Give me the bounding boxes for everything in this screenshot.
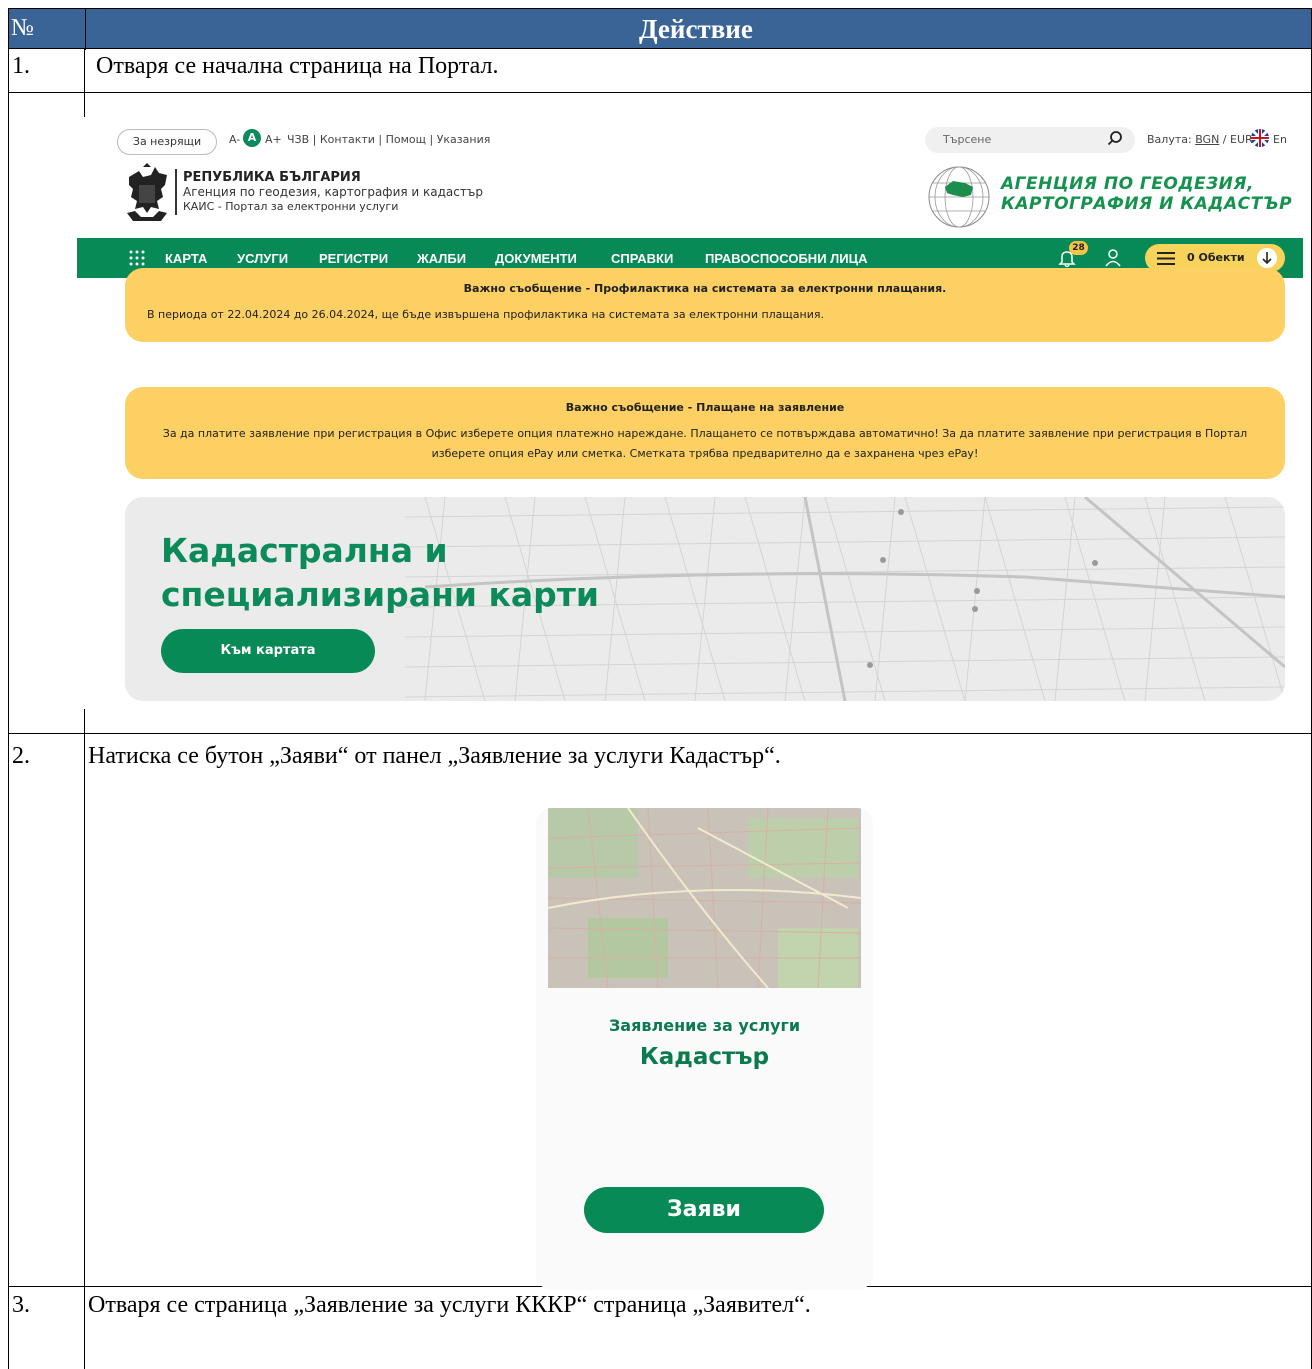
header-separator <box>175 169 177 215</box>
table-left-border <box>8 49 9 1369</box>
republic-title: РЕПУБЛИКА БЪЛГАРИЯ <box>183 170 361 185</box>
row-3-number: 3. <box>12 1292 30 1318</box>
font-normal-button[interactable]: A <box>243 129 261 147</box>
menu-icon <box>1157 252 1175 265</box>
hero-title-line-1: Кадастрална и <box>161 531 448 570</box>
row-1-text: Отваря се начална страница на Портал. <box>96 53 499 79</box>
card-title: Кадастър <box>639 1044 770 1070</box>
table-header: № Действие <box>8 8 1312 50</box>
card-subtitle: Заявление за услуги <box>608 1016 801 1035</box>
uk-flag-icon[interactable] <box>1251 129 1269 147</box>
hero-title-line-2: специализирани карти <box>161 575 600 614</box>
nav-item-services[interactable]: УСЛУГИ <box>237 251 288 266</box>
logo-line-1: АГЕНЦИЯ ПО ГЕОДЕЗИЯ, <box>1001 174 1254 194</box>
agency-subtitle: Агенция по геодезия, картография и кадас… <box>183 185 483 199</box>
row-divider <box>8 92 1312 93</box>
nav-item-complaints[interactable]: ЖАЛБИ <box>417 251 466 266</box>
notice-body: В периода от 22.04.2024 до 26.04.2024, щ… <box>147 308 824 321</box>
notice-title: Важно съобщение - Плащане на заявление <box>565 401 845 414</box>
row-1-number: 1. <box>12 53 30 79</box>
to-map-button[interactable]: Към картата <box>161 629 375 673</box>
agency-logo-text: АГЕНЦИЯ ПО ГЕОДЕЗИЯ, КАРТОГРАФИЯ И КАДАС… <box>1001 174 1292 214</box>
row-2-text: Натиска се бутон „Заяви“ от панел „Заявл… <box>88 743 781 769</box>
nav-item-licensed-persons[interactable]: ПРАВОСПОСОБНИ ЛИЦА <box>705 251 868 266</box>
logo-line-2: КАРТОГРАФИЯ И КАДАСТЪР <box>1001 194 1293 214</box>
nav-item-registers[interactable]: РЕГИСТРИ <box>319 251 388 266</box>
nav-item-map[interactable]: КАРТА <box>165 251 207 266</box>
currency-label: Валута: <box>1147 133 1192 146</box>
apps-grid-icon[interactable] <box>129 250 145 266</box>
notifications-badge: 28 <box>1069 241 1088 255</box>
apply-button[interactable]: Заяви <box>584 1187 824 1233</box>
top-links[interactable]: ЧЗВ | Контакти | Помощ | Указания <box>287 133 490 146</box>
user-icon[interactable] <box>1103 248 1123 268</box>
search-icon[interactable] <box>1107 130 1123 146</box>
search-input[interactable]: Търсене <box>925 127 1135 153</box>
column-number-header: № <box>11 15 34 41</box>
portal-subtitle: КАИС - Портал за електронни услуги <box>183 200 399 213</box>
notice-body: За да платите заявление при регистрация … <box>162 427 1248 460</box>
language-switch[interactable]: En <box>1273 133 1287 146</box>
currency-eur[interactable]: / EUR <box>1223 133 1253 146</box>
currency-selector[interactable]: Валута: BGN / EUR <box>1147 133 1253 146</box>
portal-screenshot: За незрящи A- A A+ ЧЗВ | Контакти | Помо… <box>77 117 1303 709</box>
map-hero-banner: Кадастрална и специализирани карти Към к… <box>125 497 1285 701</box>
agency-globe-logo-icon <box>928 166 990 228</box>
column-divider <box>84 709 85 1369</box>
notice-application-payment: Важно съобщение - Плащане на заявление З… <box>125 387 1285 479</box>
column-action-header: Действие <box>639 14 753 44</box>
notice-title: Важно съобщение - Профилактика на систем… <box>463 282 947 295</box>
font-decrease-button[interactable]: A- <box>229 133 240 146</box>
coat-of-arms-icon <box>127 163 167 221</box>
cadastre-map-thumbnail <box>548 808 861 988</box>
row-3-text: Отваря се страница „Заявление за услуги … <box>88 1292 811 1318</box>
currency-bgn[interactable]: BGN <box>1195 133 1219 146</box>
arrow-down-icon <box>1257 248 1277 268</box>
cart-label: 0 Обекти <box>1187 251 1245 264</box>
font-increase-button[interactable]: A+ <box>265 133 282 146</box>
header-divider <box>85 9 86 50</box>
notice-payment-maintenance: Важно съобщение - Профилактика на систем… <box>125 268 1285 342</box>
accessibility-button[interactable]: За незрящи <box>117 129 217 155</box>
nav-item-documents[interactable]: ДОКУМЕНТИ <box>495 251 577 266</box>
row-divider <box>8 733 1312 734</box>
hero-title: Кадастрална и специализирани карти <box>161 529 599 617</box>
row-2-number: 2. <box>12 743 30 769</box>
cadastre-service-card: Заявление за услуги Кадастър Заяви <box>536 808 873 1290</box>
nav-item-references[interactable]: СПРАВКИ <box>611 251 673 266</box>
column-divider <box>84 49 85 117</box>
